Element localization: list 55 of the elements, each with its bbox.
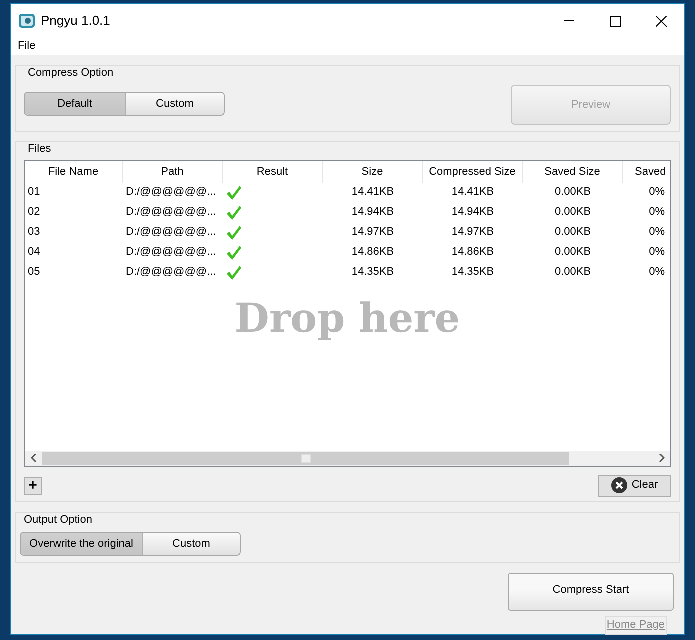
table-cell-text: 14.41KB	[350, 185, 396, 200]
table-cell-text: 0.00KB	[554, 245, 592, 260]
table-cell-text: 04	[27, 245, 42, 260]
group-title: Compress Option	[28, 66, 115, 80]
mode-tab[interactable]: Default	[25, 93, 125, 115]
table-cell-text: 14.86KB	[350, 245, 396, 260]
maximize-icon	[610, 16, 620, 26]
menu-item[interactable]: File	[17, 38, 37, 54]
column-header[interactable]: Saved Size	[523, 160, 623, 182]
mode-tab[interactable]: Custom	[125, 93, 224, 115]
table-cell-text: 03	[27, 225, 42, 240]
table-cell-text: 0%	[648, 225, 665, 240]
clear-icon	[610, 477, 628, 494]
column-header[interactable]: Result	[223, 160, 323, 182]
compress-start-button[interactable]: Compress Start	[508, 573, 674, 611]
table-cell-text: 14.94KB	[450, 205, 496, 220]
mode-tab[interactable]: Custom	[142, 533, 240, 555]
table-cell-text: 14.35KB	[350, 265, 396, 280]
table-cell-text: 14.97KB	[450, 225, 496, 240]
clear-button[interactable]: Clear	[598, 474, 671, 496]
mode-tab[interactable]: Overwrite the original	[21, 533, 142, 555]
table-cell-text: D:/@@@@@@...	[125, 245, 218, 260]
table-cell-text: D:/@@@@@@...	[125, 225, 218, 240]
window-title: Pngyu 1.0.1	[41, 12, 110, 30]
table-cell-text: 0%	[648, 245, 665, 260]
app-icon	[19, 14, 35, 28]
table-cell-text: D:/@@@@@@...	[125, 185, 218, 200]
column-header[interactable]: Compressed Size	[423, 160, 523, 182]
table-cell-text: D:/@@@@@@...	[125, 205, 218, 220]
table-cell-text: 0%	[648, 265, 665, 280]
table-cell-text: 05	[27, 265, 42, 280]
table-cell-text: 14.94KB	[350, 205, 396, 220]
table-cell-text: D:/@@@@@@...	[125, 265, 218, 280]
column-header[interactable]: Saved	[623, 160, 670, 182]
scrollbar-thumb[interactable]	[42, 452, 569, 464]
table-cell-text: 14.86KB	[450, 245, 496, 260]
column-header[interactable]: Path	[123, 160, 223, 182]
group-title: Files	[28, 142, 52, 157]
table-cell-text: 02	[27, 205, 42, 220]
column-header[interactable]: Size	[323, 160, 423, 182]
column-header[interactable]: File Name	[25, 160, 123, 182]
table-cell-text: 01	[27, 185, 42, 200]
table-cell-text: 0%	[648, 205, 665, 220]
table-cell-text: 14.41KB	[450, 185, 496, 200]
table-cell-text: 0.00KB	[554, 225, 592, 240]
table-cell-text: 0%	[648, 185, 665, 200]
table-cell-text: 0.00KB	[554, 185, 592, 200]
table-cell-text: 14.97KB	[350, 225, 396, 240]
table-cell-text: 14.35KB	[450, 265, 496, 280]
table-cell-text: 0.00KB	[554, 205, 592, 220]
add-button[interactable]: +	[24, 476, 42, 494]
group-title: Output Option	[24, 512, 94, 528]
table-cell-text: 0.00KB	[554, 265, 592, 280]
drop-hint: Drop here	[234, 294, 462, 344]
close-icon	[656, 16, 666, 26]
